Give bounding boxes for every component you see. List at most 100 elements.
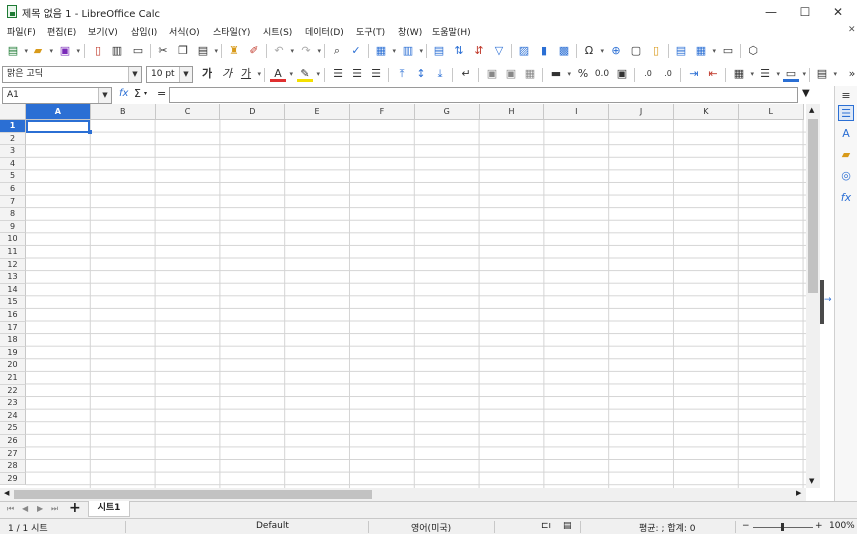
row-header[interactable]: 18 [0,334,26,347]
column-header[interactable]: K [674,104,739,120]
spelling-icon[interactable]: ✓ [348,43,364,59]
unmerge-cells-icon[interactable]: ▦ [522,66,538,82]
export-pdf-icon[interactable]: ▯ [90,43,106,59]
horizontal-scroll-thumb[interactable] [14,490,372,499]
border-style-icon[interactable]: ☰ [757,66,780,82]
row-header[interactable]: 1 [0,120,26,133]
row-header[interactable]: 9 [0,220,26,234]
formula-equals-icon[interactable]: = [157,87,166,100]
merge-center-icon[interactable]: ▣ [484,66,500,82]
menu-sheet[interactable]: 시트(S) [263,25,292,38]
row-header[interactable]: 21 [0,372,26,385]
menu-tools[interactable]: 도구(T) [356,25,385,38]
language-status[interactable]: 영어(미국) [411,521,451,534]
highlight-color-icon[interactable]: ✎ [297,66,320,82]
row-header[interactable]: 24 [0,409,26,423]
navigator-icon[interactable]: ◎ [838,168,854,184]
column-header[interactable]: I [544,104,610,120]
conditional-format-icon[interactable]: ▤ [814,66,837,82]
scroll-right-icon[interactable]: ▶ [796,489,801,497]
underline-button[interactable]: 가 [238,66,261,82]
delete-decimal-icon[interactable]: .0 [660,66,676,82]
autofill-handle[interactable] [88,130,92,134]
menu-insert[interactable]: 삽입(I) [131,25,157,38]
freeze-rows-columns-icon[interactable]: ▦ [693,43,716,59]
comment-icon[interactable]: ▢ [628,43,644,59]
paste-icon[interactable]: ▤ [195,43,218,59]
chevron-down-icon[interactable]: ▼ [98,88,111,103]
row-header[interactable]: 2 [0,132,26,146]
sort-icon[interactable]: ▤ [431,43,447,59]
insert-image-icon[interactable]: ▨ [516,43,532,59]
clone-formatting-icon[interactable]: ♜ [226,43,242,59]
undo-icon[interactable]: ↶ [271,43,294,59]
selection-mode-icon[interactable]: ⊏ı [541,521,551,531]
row-header[interactable]: 15 [0,296,26,309]
name-box[interactable]: A1 ▼ [2,87,112,104]
chevron-down-icon[interactable]: ▾ [144,90,147,97]
row-header[interactable]: 16 [0,309,26,322]
row-header[interactable]: 13 [0,271,26,284]
font-color-icon[interactable]: A [270,66,293,82]
font-size-combo[interactable]: 10 pt ▼ [146,66,193,83]
scroll-up-icon[interactable]: ▲ [809,106,814,114]
row-header[interactable]: 7 [0,195,26,209]
wrap-text-icon[interactable]: ↵ [458,66,474,82]
select-all-corner[interactable] [0,104,26,120]
align-top-icon[interactable]: ⤒ [394,66,410,82]
cell-area[interactable] [26,120,806,488]
find-replace-icon[interactable]: ⌕ [329,43,345,59]
close-button[interactable]: ✕ [819,0,857,24]
row-header[interactable]: 10 [0,233,26,246]
row-header[interactable]: 23 [0,397,26,410]
column-header[interactable]: B [90,104,156,120]
next-sheet-icon[interactable]: ▶ [37,504,43,513]
decrease-indent-icon[interactable]: ⇤ [705,66,721,82]
row-header[interactable]: 8 [0,208,26,221]
menu-styles[interactable]: 스타일(Y) [213,25,250,38]
properties-icon[interactable]: ☰ [838,105,854,121]
column-header[interactable]: F [350,104,415,120]
expand-formula-bar-icon[interactable]: ▼ [802,88,810,99]
column-header[interactable]: G [414,104,480,120]
align-left-icon[interactable]: ☰ [330,66,346,82]
copy-icon[interactable]: ❐ [175,43,191,59]
column-header[interactable]: J [609,104,674,120]
menu-format[interactable]: 서식(O) [169,25,200,38]
column-header[interactable]: E [285,104,350,120]
borders-icon[interactable]: ▦ [731,66,754,82]
add-sheet-button[interactable]: + [69,500,81,516]
zoom-out-button[interactable]: − [742,521,750,531]
increase-indent-icon[interactable]: ⇥ [686,66,702,82]
row-header[interactable]: 14 [0,283,26,297]
row-header[interactable]: 19 [0,346,26,360]
new-document-icon[interactable]: ▤ [5,43,28,59]
column-header[interactable]: L [738,104,804,120]
column-header[interactable]: A [26,104,91,120]
sidebar-expand-arrow-icon[interactable]: → [824,295,832,305]
clear-formatting-icon[interactable]: ✐ [246,43,262,59]
menu-data[interactable]: 데이터(D) [305,25,344,38]
row-header[interactable]: 25 [0,422,26,435]
print-icon[interactable]: ▥ [109,43,125,59]
row-header[interactable]: 11 [0,246,26,259]
row-header[interactable]: 17 [0,321,26,335]
sort-descending-icon[interactable]: ⇵ [471,43,487,59]
menu-window[interactable]: 창(W) [398,25,422,38]
currency-format-icon[interactable]: ▬ [548,66,571,82]
sheet-tab-active[interactable]: 시트1 [88,501,130,517]
formula-input[interactable] [169,87,798,103]
menu-file[interactable]: 파일(F) [7,25,36,38]
column-header[interactable]: C [155,104,221,120]
close-document-icon[interactable]: ✕ [848,25,856,35]
align-center-icon[interactable]: ☰ [349,66,365,82]
row-header[interactable]: 6 [0,183,26,196]
column-icon[interactable]: ▥ [400,43,423,59]
row-header[interactable]: 22 [0,384,26,398]
zoom-in-button[interactable]: + [815,521,823,531]
font-name-combo[interactable]: 맑은 고딕 ▼ [2,66,142,83]
percent-format-button[interactable]: % [575,66,591,82]
row-header[interactable]: 3 [0,145,26,158]
number-format-button[interactable]: 0.0 [594,66,610,82]
define-print-area-icon[interactable]: ▤ [673,43,689,59]
